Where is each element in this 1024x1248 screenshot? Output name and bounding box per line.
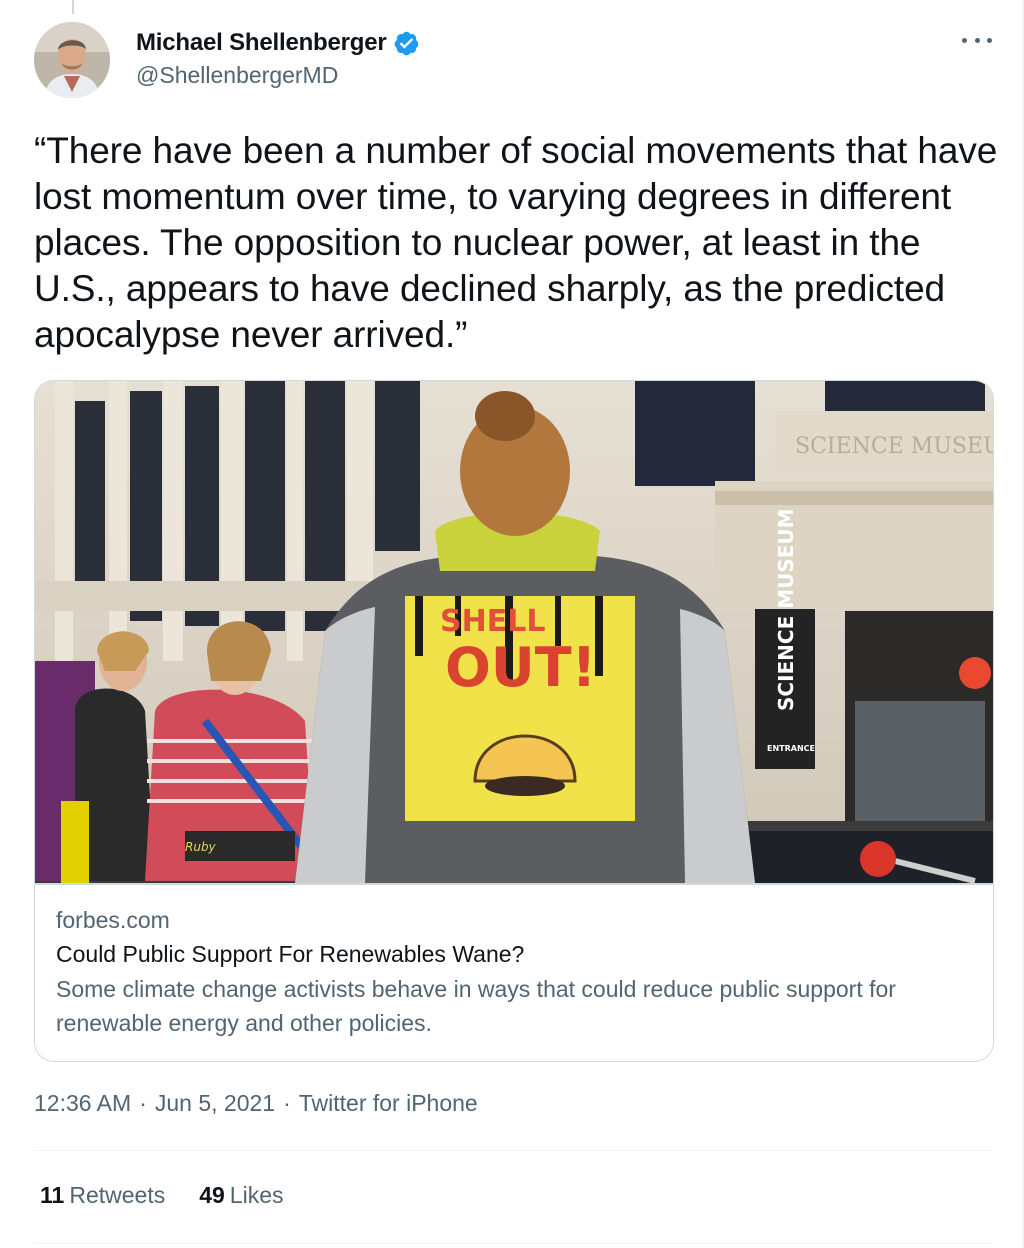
retweets-count: 11 bbox=[40, 1182, 65, 1208]
card-divider bbox=[35, 883, 993, 885]
thread-connector-line bbox=[72, 0, 74, 14]
more-dot bbox=[987, 37, 992, 43]
avatar-image bbox=[34, 22, 110, 98]
divider bbox=[34, 1243, 992, 1244]
name-tag: Ruby bbox=[185, 840, 217, 854]
retweets-stat[interactable]: 11 Retweets bbox=[40, 1182, 165, 1209]
author-name[interactable]: Michael Shellenberger bbox=[136, 29, 387, 57]
link-preview-card[interactable]: SCIENCE MUSEU SCIENCE MUSEUM ENTRANCE Ru… bbox=[34, 380, 994, 1062]
likes-count: 49 bbox=[199, 1182, 225, 1208]
tweet-text: “There have been a number of social move… bbox=[34, 130, 1008, 355]
engagement-stats: 11 Retweets 49 Likes bbox=[40, 1182, 284, 1209]
author-name-row: Michael Shellenberger bbox=[136, 26, 420, 60]
vest-text-shell: SHELL bbox=[440, 604, 545, 639]
more-dot bbox=[974, 37, 980, 43]
separator: · bbox=[283, 1090, 291, 1116]
tweet-time[interactable]: 12:36 AM bbox=[34, 1090, 131, 1117]
more-dot bbox=[962, 37, 967, 43]
entrance-sign: ENTRANCE bbox=[767, 744, 815, 753]
science-museum-sign: SCIENCE MUSEUM bbox=[774, 508, 798, 711]
author-handle[interactable]: @ShellenbergerMD bbox=[136, 62, 420, 89]
separator: · bbox=[139, 1090, 147, 1116]
likes-stat[interactable]: 49 Likes bbox=[199, 1182, 283, 1209]
card-image: SCIENCE MUSEU SCIENCE MUSEUM ENTRANCE Ru… bbox=[35, 381, 993, 883]
likes-label: Likes bbox=[229, 1182, 284, 1208]
author-block: Michael Shellenberger @ShellenbergerMD bbox=[136, 26, 420, 89]
facade-lettering: SCIENCE MUSEU bbox=[795, 434, 993, 459]
vest-text-out: OUT! bbox=[445, 636, 596, 699]
card-domain: forbes.com bbox=[56, 907, 170, 933]
tweet-meta-row: 12:36 AM · Jun 5, 2021 · Twitter for iPh… bbox=[34, 1090, 478, 1117]
retweets-label: Retweets bbox=[69, 1182, 166, 1208]
card-meta: forbes.com Could Public Support For Rene… bbox=[56, 905, 976, 1040]
divider bbox=[34, 1150, 992, 1151]
verified-badge-icon bbox=[394, 31, 418, 55]
tweet-source[interactable]: Twitter for iPhone bbox=[299, 1090, 478, 1117]
card-title: Could Public Support For Renewables Wane… bbox=[56, 941, 525, 967]
card-description: Some climate change activists behave in … bbox=[56, 976, 896, 1036]
more-options-icon[interactable] bbox=[962, 30, 992, 50]
avatar[interactable] bbox=[34, 22, 110, 98]
tweet-date[interactable]: Jun 5, 2021 bbox=[155, 1090, 275, 1117]
